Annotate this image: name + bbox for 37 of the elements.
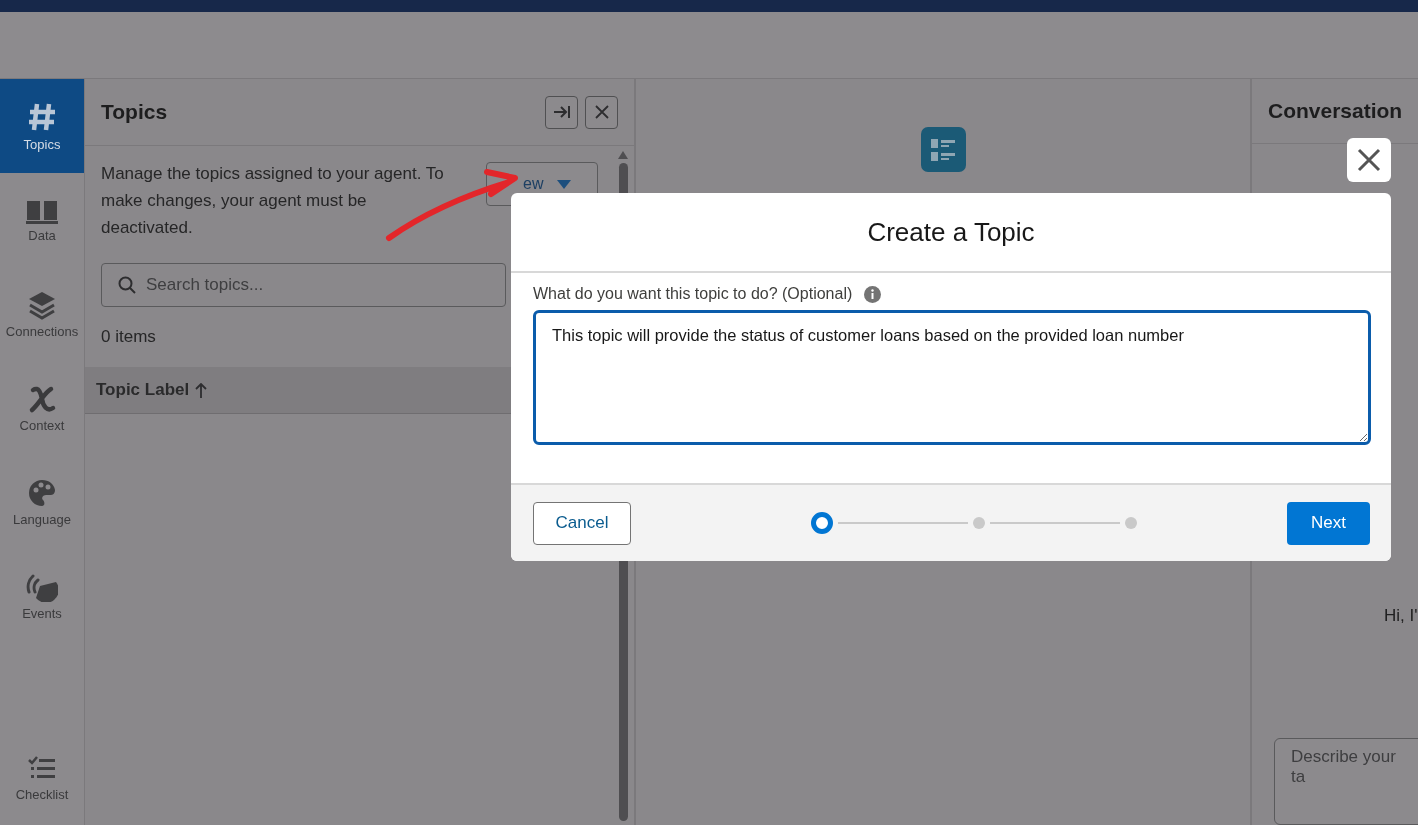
scroll-up-icon[interactable] xyxy=(618,151,628,159)
next-button[interactable]: Next xyxy=(1287,501,1370,545)
item-count: 0 items xyxy=(101,327,156,348)
step-dot[interactable] xyxy=(1125,517,1137,529)
palette-icon xyxy=(27,477,57,508)
field-label: What do you want this topic to do? (Optional) xyxy=(533,285,853,303)
step-dot[interactable] xyxy=(973,517,985,529)
dialog-title: Create a Topic xyxy=(867,216,1035,248)
rail-tab[interactable]: Data xyxy=(0,173,84,267)
chat-input[interactable]: Describe your ta xyxy=(1274,737,1418,825)
description-field[interactable]: This topic will provide the status of customer loans based on the provided loan number xyxy=(533,310,1371,445)
search-field[interactable]: Search topics... xyxy=(101,263,506,307)
panel-description: Manage the topics assigned to your agent. To make changes, your agent must be deactivated. xyxy=(101,163,445,239)
close-icon xyxy=(594,105,609,119)
list-icon xyxy=(920,127,966,172)
collapse-button[interactable] xyxy=(545,95,578,129)
arrow-to-bar-icon xyxy=(552,105,571,119)
info-icon[interactable] xyxy=(864,285,882,303)
caret-icon xyxy=(557,179,572,189)
step-dot[interactable] xyxy=(811,512,833,534)
panel-title: Conversation xyxy=(1268,98,1403,123)
up-arrow-icon xyxy=(195,382,208,398)
rail-tab[interactable]: Checklist xyxy=(0,731,84,825)
layers-icon xyxy=(27,289,57,320)
cancel-button[interactable]: Cancel xyxy=(533,501,631,545)
chat-greeting: Hi, I' xyxy=(1383,605,1418,626)
panel-title: Topics xyxy=(101,100,168,124)
rail-tab[interactable]: Events xyxy=(0,549,84,643)
rail-tab[interactable]: Connections xyxy=(0,267,84,361)
column-header[interactable]: Topic Label xyxy=(96,380,190,400)
close-icon xyxy=(1357,148,1381,172)
rail-tab[interactable]: Topics xyxy=(0,79,84,173)
search-icon xyxy=(118,276,136,294)
close-button[interactable] xyxy=(1347,138,1391,182)
rail-tab[interactable]: Context xyxy=(0,361,84,455)
rail-tab[interactable]: Language xyxy=(0,455,84,549)
close-button[interactable] xyxy=(585,95,618,129)
